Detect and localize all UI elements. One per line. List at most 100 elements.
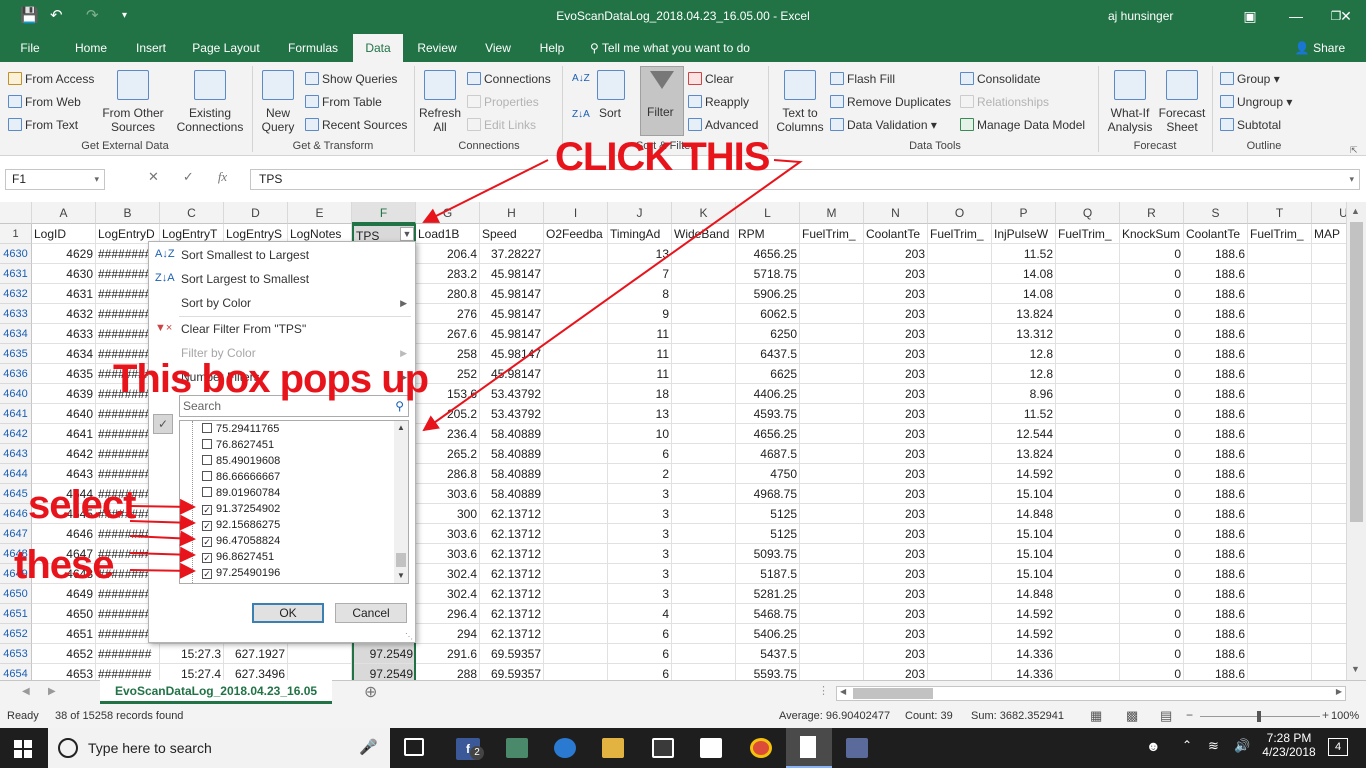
cell-m[interactable] (800, 404, 864, 424)
cell-q[interactable] (1056, 284, 1120, 304)
cell-q[interactable] (1056, 344, 1120, 364)
cell-k[interactable] (672, 624, 736, 644)
cell-o[interactable] (928, 364, 992, 384)
cell-q[interactable] (1056, 624, 1120, 644)
cell-n[interactable]: 203 (864, 444, 928, 464)
header-cell-g[interactable]: Load1B (416, 224, 480, 244)
people-icon[interactable]: ☻ (1146, 738, 1161, 754)
from-text-button[interactable]: From Text (8, 118, 78, 132)
connections-button[interactable]: Connections (467, 72, 551, 86)
scroll-down-icon[interactable]: ▼ (397, 571, 405, 580)
cell-q[interactable] (1056, 444, 1120, 464)
cell-u[interactable] (1312, 444, 1346, 464)
cell-l[interactable]: 4750 (736, 464, 800, 484)
cell-h[interactable]: 62.13712 (480, 584, 544, 604)
tab-insert[interactable]: Insert (126, 34, 176, 62)
tell-me-box[interactable]: ⚲ Tell me what you want to do (590, 34, 770, 62)
row-header[interactable]: 4635 (0, 344, 32, 364)
cell-h[interactable]: 62.13712 (480, 564, 544, 584)
checkbox-unchecked-icon[interactable] (202, 439, 212, 449)
cell-d[interactable]: 627.1927 (224, 644, 288, 664)
row-header[interactable]: 4634 (0, 324, 32, 344)
checkbox-checked-icon[interactable]: ✓ (202, 521, 212, 531)
cell-t[interactable] (1248, 344, 1312, 364)
cell-g[interactable]: 206.4 (416, 244, 480, 264)
column-header-g[interactable]: G (416, 202, 480, 224)
cell-a[interactable]: 4651 (32, 624, 96, 644)
filter-value-item[interactable]: 86.66666667 (202, 469, 280, 485)
cell-h[interactable]: 53.43792 (480, 384, 544, 404)
cell-u[interactable] (1312, 604, 1346, 624)
cell-t[interactable] (1248, 544, 1312, 564)
checkbox-checked-icon[interactable]: ✓ (202, 553, 212, 563)
cell-i[interactable] (544, 324, 608, 344)
cell-k[interactable] (672, 604, 736, 624)
cell-g[interactable]: 302.4 (416, 584, 480, 604)
chrome-icon[interactable] (750, 738, 772, 758)
cell-p[interactable]: 14.336 (992, 644, 1056, 664)
checkbox-unchecked-icon[interactable] (202, 487, 212, 497)
column-header-d[interactable]: D (224, 202, 288, 224)
cell-t[interactable] (1248, 244, 1312, 264)
header-cell-s[interactable]: CoolantTe (1184, 224, 1248, 244)
cell-j[interactable]: 3 (608, 584, 672, 604)
cell-q[interactable] (1056, 604, 1120, 624)
cell-c[interactable]: 15:27.4 (160, 664, 224, 680)
horizontal-scrollbar[interactable]: ◀ ▶ (836, 686, 1346, 701)
cell-j[interactable]: 11 (608, 364, 672, 384)
cell-m[interactable] (800, 444, 864, 464)
cell-a[interactable]: 4652 (32, 644, 96, 664)
cell-r[interactable]: 0 (1120, 444, 1184, 464)
cell-k[interactable] (672, 584, 736, 604)
cell-n[interactable]: 203 (864, 544, 928, 564)
column-header-a[interactable]: A (32, 202, 96, 224)
sort-az-icon[interactable]: A↓Z (572, 72, 590, 86)
what-if-analysis-button[interactable]: What-If Analysis (1102, 106, 1158, 134)
cell-q[interactable] (1056, 644, 1120, 664)
cell-q[interactable] (1056, 484, 1120, 504)
cell-a[interactable]: 4630 (32, 264, 96, 284)
cell-p[interactable]: 14.08 (992, 284, 1056, 304)
header-cell-t[interactable]: FuelTrim_ (1248, 224, 1312, 244)
cell-f[interactable]: 97.2549 (352, 644, 416, 664)
cell-r[interactable]: 0 (1120, 264, 1184, 284)
cell-t[interactable] (1248, 364, 1312, 384)
cell-o[interactable] (928, 404, 992, 424)
cell-u[interactable] (1312, 624, 1346, 644)
cell-k[interactable] (672, 424, 736, 444)
cell-m[interactable] (800, 344, 864, 364)
cell-l[interactable]: 4687.5 (736, 444, 800, 464)
cell-u[interactable] (1312, 484, 1346, 504)
cell-l[interactable]: 5187.5 (736, 564, 800, 584)
cell-i[interactable] (544, 244, 608, 264)
relationships-button[interactable]: Relationships (960, 95, 1049, 109)
cell-g[interactable]: 303.6 (416, 484, 480, 504)
scroll-up-icon[interactable]: ▲ (1351, 206, 1360, 216)
cell-e[interactable] (288, 644, 352, 664)
cell-g[interactable]: 205.2 (416, 404, 480, 424)
cell-p[interactable]: 12.8 (992, 364, 1056, 384)
globe-icon[interactable] (554, 738, 576, 758)
cell-u[interactable] (1312, 384, 1346, 404)
row-header[interactable]: 4630 (0, 244, 32, 264)
cell-h[interactable]: 69.59357 (480, 644, 544, 664)
cell-r[interactable]: 0 (1120, 664, 1184, 680)
cell-l[interactable]: 5468.75 (736, 604, 800, 624)
cell-r[interactable]: 0 (1120, 504, 1184, 524)
cell-m[interactable] (800, 624, 864, 644)
scroll-down-icon[interactable]: ▼ (1351, 664, 1360, 674)
cell-i[interactable] (544, 504, 608, 524)
cell-a[interactable]: 4643 (32, 464, 96, 484)
cell-a[interactable]: 4631 (32, 284, 96, 304)
cell-h[interactable]: 62.13712 (480, 504, 544, 524)
mail-icon[interactable] (700, 738, 722, 758)
subtotal-button[interactable]: Subtotal (1220, 118, 1281, 132)
cell-u[interactable] (1312, 584, 1346, 604)
cell-o[interactable] (928, 484, 992, 504)
checkbox-checked-icon[interactable]: ✓ (202, 505, 212, 515)
column-header-l[interactable]: L (736, 202, 800, 224)
cell-l[interactable]: 6437.5 (736, 344, 800, 364)
cell-u[interactable] (1312, 284, 1346, 304)
cell-g[interactable]: 303.6 (416, 544, 480, 564)
cell-n[interactable]: 203 (864, 604, 928, 624)
